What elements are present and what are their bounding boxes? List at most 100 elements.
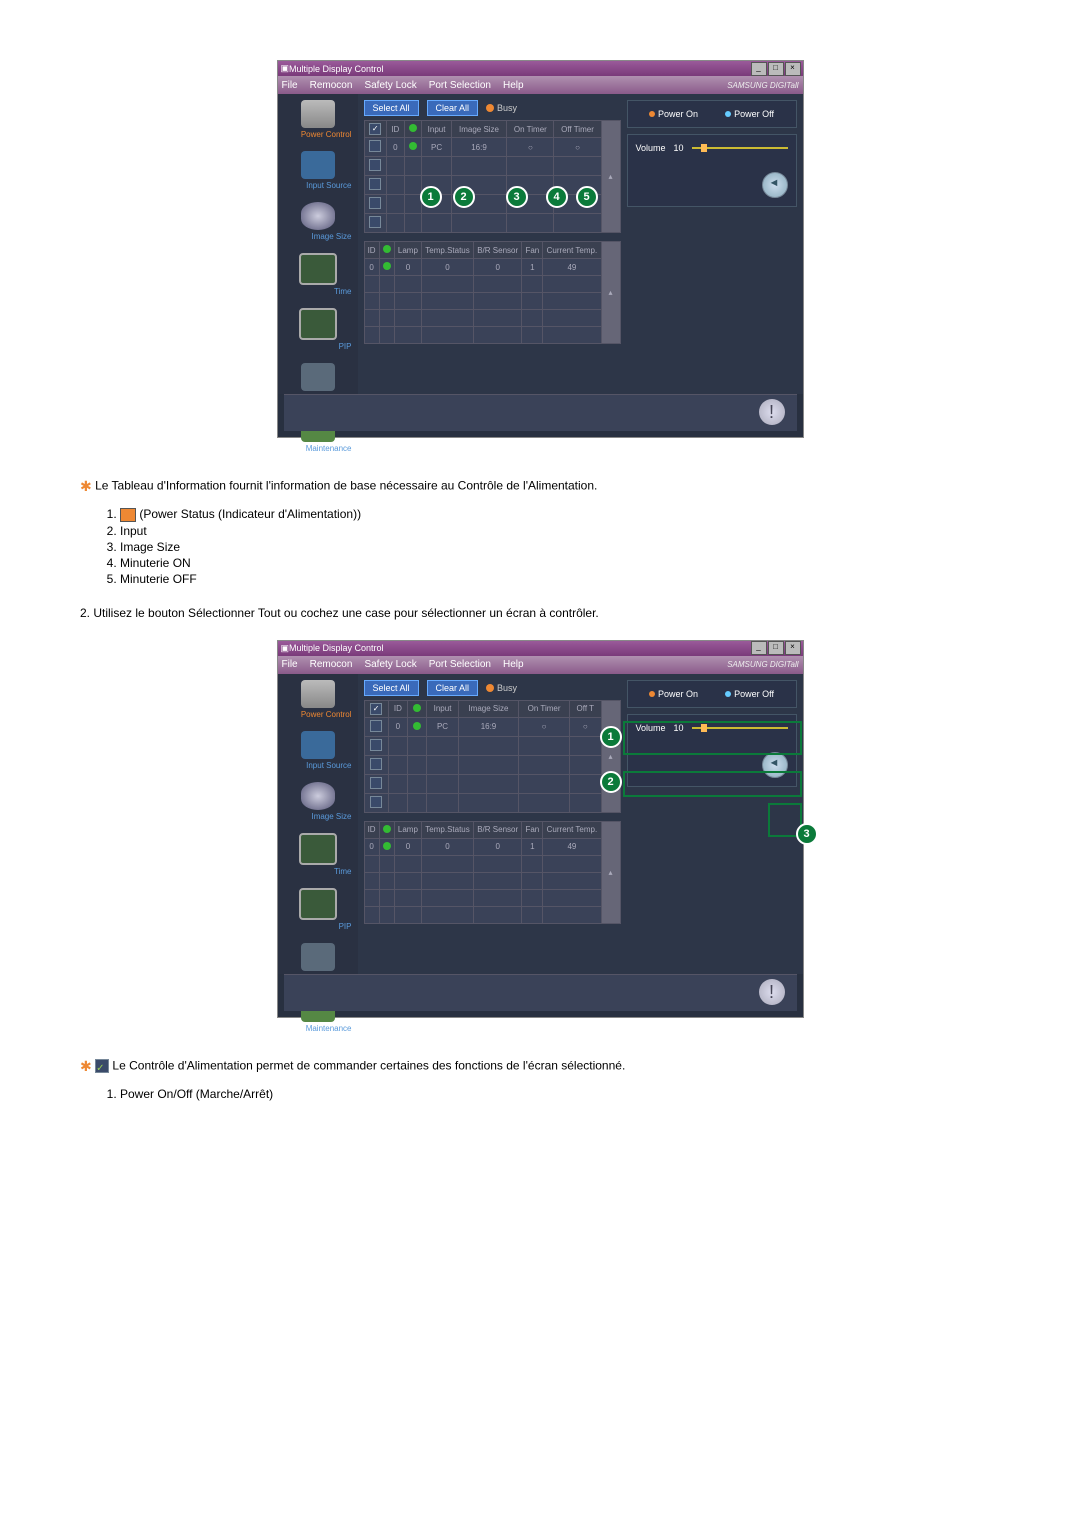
callout-2: 2	[600, 771, 622, 793]
close-button[interactable]: ×	[785, 641, 801, 655]
doc-line: Le Tableau d'Information fournit l'infor…	[95, 479, 597, 493]
sidebar-item-power[interactable]: Power Control	[278, 94, 358, 145]
settings-icon	[301, 363, 335, 391]
col-id: ID	[364, 821, 379, 838]
star-bullet-icon: ✱	[80, 1058, 92, 1074]
pip-icon	[299, 888, 337, 920]
sidebar-item-input[interactable]: Input Source	[278, 725, 358, 776]
imagesize-icon	[301, 202, 335, 230]
row-checkbox[interactable]	[369, 178, 381, 190]
row-checkbox[interactable]	[369, 216, 381, 228]
row-checkbox[interactable]	[369, 159, 381, 171]
select-all-button[interactable]: Select All	[364, 680, 419, 696]
power-on-button[interactable]: Power On	[649, 689, 698, 699]
scrollbar[interactable]: ▴	[601, 700, 620, 812]
menu-remocon[interactable]: Remocon	[310, 80, 353, 91]
volume-slider[interactable]	[692, 147, 788, 149]
col-offtimer: Off T	[570, 700, 601, 717]
statusbar: !	[284, 974, 797, 1011]
col-offtimer: Off Timer	[554, 121, 601, 138]
alert-icon: !	[759, 979, 785, 1005]
table-row[interactable]: 0 PC 16:9 ○○	[364, 717, 620, 736]
statusbar: !	[284, 394, 797, 431]
table-row[interactable]: 0 0 0 0 1 49	[364, 838, 620, 855]
header-checkbox[interactable]	[369, 123, 381, 135]
menu-help[interactable]: Help	[503, 80, 524, 91]
col-temp: Temp.Status	[422, 242, 474, 259]
sidebar: Power Control Input Source Image Size Ti…	[278, 94, 358, 394]
clear-all-button[interactable]: Clear All	[427, 100, 479, 116]
select-all-button[interactable]: Select All	[364, 100, 419, 116]
power-on-button[interactable]: Power On	[649, 109, 698, 119]
power-led-icon	[383, 245, 391, 253]
row-checkbox[interactable]	[369, 197, 381, 209]
power-led-icon	[383, 825, 391, 833]
menu-safety[interactable]: Safety Lock	[364, 80, 416, 91]
callout-1: 1	[600, 726, 622, 748]
menu-file[interactable]: File	[282, 80, 298, 91]
row-checkbox[interactable]	[370, 777, 382, 789]
row-checkbox[interactable]	[370, 720, 382, 732]
doc-step-2: 2. Utilisez le bouton Sélectionner Tout …	[80, 606, 1020, 620]
col-fan: Fan	[522, 821, 543, 838]
callout-1: 1	[420, 186, 442, 208]
minimize-button[interactable]: _	[751, 641, 767, 655]
volume-value: 10	[674, 143, 684, 153]
col-ct: Current Temp.	[543, 242, 601, 259]
pip-icon	[299, 308, 337, 340]
scrollbar[interactable]: ▴	[601, 242, 620, 344]
scrollbar[interactable]: ▴	[601, 821, 620, 923]
clear-all-button[interactable]: Clear All	[427, 680, 479, 696]
callout-2: 2	[453, 186, 475, 208]
col-input: Input	[422, 121, 451, 138]
busy-indicator: Busy	[486, 103, 517, 113]
menu-remocon[interactable]: Remocon	[310, 659, 353, 670]
sidebar-item-image[interactable]: Image Size	[278, 776, 358, 827]
menu-help[interactable]: Help	[503, 659, 524, 670]
power-off-button[interactable]: Power Off	[725, 689, 774, 699]
sidebar-item-pip[interactable]: PIP	[278, 882, 358, 937]
close-button[interactable]: ×	[785, 62, 801, 76]
menu-safety[interactable]: Safety Lock	[364, 659, 416, 670]
time-icon	[299, 253, 337, 285]
minimize-button[interactable]: _	[751, 62, 767, 76]
sidebar-item-pip[interactable]: PIP	[278, 302, 358, 357]
row-checkbox[interactable]	[369, 140, 381, 152]
maximize-button[interactable]: □	[768, 62, 784, 76]
table-row[interactable]: 0 PC 16:9 ○○	[364, 138, 620, 157]
mute-icon[interactable]	[762, 172, 788, 198]
menu-port[interactable]: Port Selection	[429, 659, 491, 670]
window-title: Multiple Display Control	[289, 64, 384, 74]
sidebar-item-image[interactable]: Image Size	[278, 196, 358, 247]
doc-line: Le Contrôle d'Alimentation permet de com…	[112, 1059, 625, 1073]
doc-li-3: Image Size	[120, 540, 1020, 554]
row-checkbox[interactable]	[370, 796, 382, 808]
row-checkbox[interactable]	[370, 739, 382, 751]
header-checkbox[interactable]	[370, 703, 382, 715]
info-table-1: ID Input Image Size On Timer Off T ▴ 0 P…	[364, 700, 621, 813]
menu-port[interactable]: Port Selection	[429, 80, 491, 91]
busy-indicator: Busy	[486, 683, 517, 693]
col-lamp: Lamp	[394, 242, 421, 259]
callout-4: 4	[546, 186, 568, 208]
maximize-button[interactable]: □	[768, 641, 784, 655]
menu-file[interactable]: File	[282, 659, 298, 670]
titlebar: ▣ Multiple Display Control _ □ ×	[278, 61, 803, 76]
col-ontimer: On Timer	[519, 700, 570, 717]
alert-icon: !	[759, 399, 785, 425]
sidebar-item-time[interactable]: Time	[278, 827, 358, 882]
callout-box-2	[623, 771, 802, 797]
col-fan: Fan	[522, 242, 543, 259]
row-checkbox[interactable]	[370, 758, 382, 770]
sidebar-item-time[interactable]: Time	[278, 247, 358, 302]
scrollbar[interactable]: ▴	[601, 121, 620, 233]
settings-icon	[301, 943, 335, 971]
col-br: B/R Sensor	[474, 821, 522, 838]
power-indicator-icon	[120, 508, 136, 522]
sidebar-item-input[interactable]: Input Source	[278, 145, 358, 196]
doc-li-4: Minuterie ON	[120, 556, 1020, 570]
sidebar-item-power[interactable]: Power Control	[278, 674, 358, 725]
power-off-button[interactable]: Power Off	[725, 109, 774, 119]
table-row[interactable]: 0 0 0 0 1 49	[364, 259, 620, 276]
brand-label: SAMSUNG DIGITall	[727, 81, 798, 90]
